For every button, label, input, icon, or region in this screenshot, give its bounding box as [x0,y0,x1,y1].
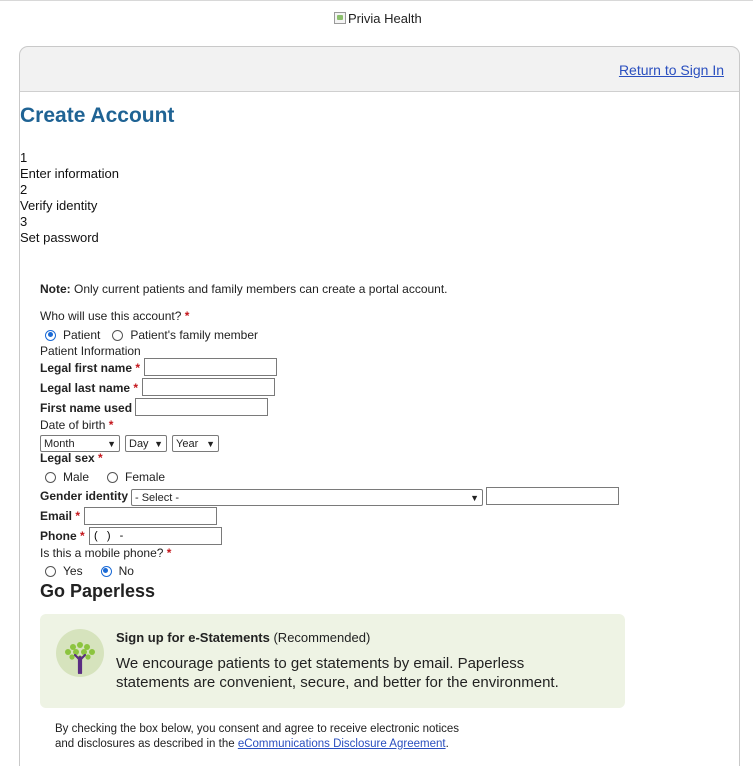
required-mark: * [80,529,85,543]
required-mark: * [166,546,172,560]
radio-male-control[interactable] [45,471,56,483]
first-name-label: Legal first name * [40,361,140,375]
phone-input[interactable] [89,527,222,545]
step-label: Set password [20,230,99,245]
required-mark: * [98,451,103,465]
last-name-input[interactable] [142,378,275,396]
step-label: Verify identity [20,198,98,213]
estatements-title-suffix: (Recommended) [269,630,371,645]
radio-mobile-yes-control[interactable] [45,565,56,577]
who-question-text: Who will use this account? [40,309,182,323]
step-label: Enter information [20,166,119,181]
gender-identity-value: - Select - [135,491,180,504]
sex-radio-group: Male Female [45,470,175,484]
who-radio-group: Patient Patient's family member [45,328,268,342]
tree-icon [56,629,104,677]
chevron-down-icon: ▼ [107,438,116,449]
mobile-question: Is this a mobile phone? * [40,546,171,560]
consent-text: By checking the box below, you consent a… [55,722,615,752]
radio-female-control[interactable] [107,471,119,483]
chevron-down-icon: ▼ [470,492,479,503]
dob-month-select[interactable]: Month ▼ [40,435,120,452]
mobile-radio-group: Yes No [45,564,144,578]
return-to-sign-in-link[interactable]: Return to Sign In [619,62,724,78]
radio-mobile-no-control[interactable] [100,565,112,577]
gender-identity-label: Gender identity [40,489,129,503]
chevron-down-icon: ▼ [206,438,215,449]
legal-sex-label-text: Legal sex [40,451,95,465]
radio-mobile-no-label: No [118,564,134,578]
radio-male-label: Male [63,470,90,484]
required-mark: * [133,381,139,395]
required-mark: * [184,309,190,323]
first-name-used-label: First name used [40,401,133,415]
email-label-text: Email [40,509,73,523]
radio-mobile-yes[interactable]: Yes [45,564,83,578]
dob-day-select[interactable]: Day ▼ [125,435,167,452]
radio-patient-control[interactable] [45,329,56,341]
dob-year-select[interactable]: Year ▼ [172,435,219,452]
first-name-used-input[interactable] [135,398,268,416]
radio-patient-label: Patient [63,328,101,342]
consent-line-2-prefix: and disclosures as described in the [55,738,238,750]
go-paperless-heading: Go Paperless [40,581,156,601]
page-title: Create Account [20,104,175,127]
estatements-panel: Sign up for e-Statements (Recommended) W… [40,614,625,708]
radio-family-member-control[interactable] [112,329,124,341]
first-name-label-text: Legal first name [40,361,133,375]
steps-list: 1 Enter information 2 Verify identity 3 … [20,150,119,246]
required-mark: * [75,509,81,523]
note-body: Only current patients and family members… [70,282,448,296]
dob-label: Date of birth * [40,418,113,432]
privia-logo: Privia Health [334,9,422,27]
dob-label-text: Date of birth [40,418,106,432]
radio-male[interactable]: Male [45,470,89,484]
radio-female-label: Female [125,470,166,484]
note-text: Note: Only current patients and family m… [40,282,448,296]
radio-patient[interactable]: Patient [45,328,100,342]
mobile-question-text: Is this a mobile phone? [40,546,164,560]
phone-label: Phone * [40,529,85,543]
consent-line-2-suffix: . [445,738,449,750]
radio-mobile-yes-label: Yes [63,564,83,578]
phone-label-text: Phone [40,529,77,543]
email-input[interactable] [84,507,217,525]
step-number: 2 [20,182,28,197]
last-name-label-text: Legal last name [40,381,131,395]
note-prefix: Note: [40,282,71,296]
consent-line-2: and disclosures as described in the eCom… [55,737,615,752]
required-mark: * [108,418,114,432]
logo-alt-text: Privia Health [348,10,422,26]
top-border [0,0,753,1]
step-number: 3 [20,214,28,229]
required-mark: * [135,361,141,375]
estatements-title-text: Sign up for e-Statements [116,630,270,645]
dob-month-value: Month [44,437,75,450]
radio-female[interactable]: Female [107,470,165,484]
last-name-label: Legal last name * [40,381,138,395]
gender-identity-other-input[interactable] [486,487,619,505]
gender-identity-select[interactable]: - Select - ▼ [131,489,483,506]
estatements-title: Sign up for e-Statements (Recommended) [116,630,370,645]
chevron-down-icon: ▼ [154,438,163,449]
frame-right-border [739,92,740,766]
who-question: Who will use this account? * [40,309,189,323]
broken-image-icon [334,12,346,24]
consent-line-1: By checking the box below, you consent a… [55,723,460,735]
dob-day-value: Day [129,437,149,450]
first-name-input[interactable] [144,358,277,376]
step-number: 1 [20,150,28,165]
radio-mobile-no[interactable]: No [100,564,134,578]
email-label: Email * [40,509,80,523]
radio-family-member-label: Patient's family member [130,328,259,342]
patient-info-heading: Patient Information [40,344,141,358]
header-bar: Return to Sign In [19,46,740,92]
legal-sex-label: Legal sex * [40,451,103,465]
estatements-body: We encourage patients to get statements … [116,655,559,691]
ecommunications-disclosure-link[interactable]: eCommunications Disclosure Agreement [238,738,446,750]
dob-year-value: Year [176,437,199,450]
radio-family-member[interactable]: Patient's family member [112,328,258,342]
